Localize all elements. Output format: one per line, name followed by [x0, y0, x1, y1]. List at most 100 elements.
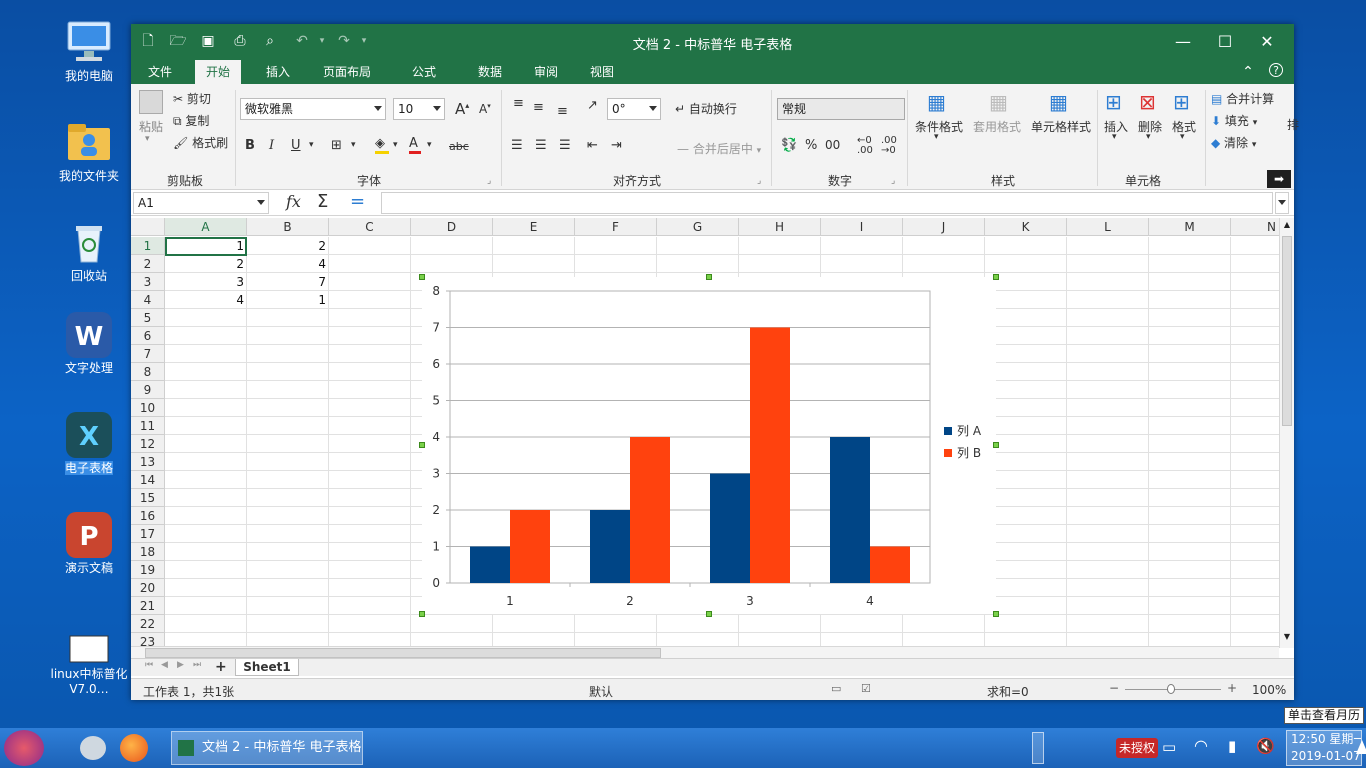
- row-header-20[interactable]: 20: [131, 579, 165, 597]
- font-name-combo[interactable]: 微软雅黑: [240, 98, 386, 120]
- horizontal-scroll-thumb[interactable]: [145, 648, 661, 658]
- clock[interactable]: 12:50 星期一 2019-01-07: [1286, 730, 1362, 766]
- selection-mode-icon[interactable]: ▭: [831, 682, 841, 695]
- decrease-decimal-icon[interactable]: .00 →0: [881, 136, 897, 156]
- conditional-format-button[interactable]: 条件格式: [915, 118, 963, 135]
- cell-b4[interactable]: 1: [247, 291, 329, 309]
- row-header-16[interactable]: 16: [131, 507, 165, 525]
- chart-resize-handle[interactable]: [419, 274, 425, 280]
- shrink-font-icon[interactable]: A▾: [479, 102, 491, 116]
- fill-color-dropdown-icon[interactable]: ▾: [393, 140, 398, 150]
- align-right-icon[interactable]: ☰: [559, 138, 571, 153]
- cell-b1[interactable]: 2: [247, 237, 329, 255]
- chart-resize-handle[interactable]: [419, 442, 425, 448]
- select-all-corner[interactable]: [131, 218, 165, 236]
- column-header-i[interactable]: I: [821, 218, 903, 236]
- column-header-g[interactable]: G: [657, 218, 739, 236]
- clear-button[interactable]: ◆ 清除 ▾: [1211, 134, 1256, 151]
- alignment-dialog-launcher-icon[interactable]: ⌟: [757, 176, 761, 186]
- row-header-8[interactable]: 8: [131, 363, 165, 381]
- sheet-nav-first-icon[interactable]: ⏮: [145, 660, 153, 670]
- name-box[interactable]: A1: [133, 192, 269, 214]
- desktop-icon-linux-doc[interactable]: linux中标普化V7.0…: [50, 634, 128, 697]
- text-direction-icon[interactable]: ↗: [587, 98, 598, 113]
- row-header-15[interactable]: 15: [131, 489, 165, 507]
- column-header-f[interactable]: F: [575, 218, 657, 236]
- desktop-icon-recycle[interactable]: 回收站: [50, 220, 128, 284]
- horizontal-scrollbar[interactable]: [131, 646, 1279, 658]
- column-header-c[interactable]: C: [329, 218, 411, 236]
- cell-b3[interactable]: 7: [247, 273, 329, 291]
- decrease-indent-icon[interactable]: ⇤: [587, 138, 598, 153]
- chart-resize-handle[interactable]: [706, 611, 712, 617]
- column-header-e[interactable]: E: [493, 218, 575, 236]
- row-header-18[interactable]: 18: [131, 543, 165, 561]
- cell-style-button[interactable]: 单元格样式: [1031, 118, 1091, 135]
- cell-b2[interactable]: 4: [247, 255, 329, 273]
- conditional-format-dropdown-icon[interactable]: ▾: [934, 132, 939, 142]
- desktop-icon-presentation[interactable]: P 演示文稿: [50, 512, 128, 576]
- row-header-2[interactable]: 2: [131, 255, 165, 273]
- column-header-d[interactable]: D: [411, 218, 493, 236]
- cell-a4[interactable]: 4: [165, 291, 247, 309]
- thousands-separator-icon[interactable]: 00: [825, 138, 840, 152]
- zoom-out-icon[interactable]: −: [1109, 681, 1119, 695]
- paste-icon[interactable]: [139, 90, 163, 114]
- chart-resize-handle[interactable]: [419, 611, 425, 617]
- row-header-9[interactable]: 9: [131, 381, 165, 399]
- merge-center-button[interactable]: — 合并后居中 ▾: [677, 140, 761, 157]
- spreadsheet-grid[interactable]: ABCDEFGHIJKLMN 1 2 3 4 5 6 7 8 9 10 11 12 13 14 15 16 17…: [131, 218, 1279, 648]
- format-cells-icon[interactable]: ⊞: [1173, 90, 1190, 114]
- fill-color-icon[interactable]: ◈: [375, 136, 389, 154]
- tab-formulas[interactable]: 公式: [401, 60, 447, 84]
- start-menu-icon[interactable]: [4, 730, 44, 766]
- align-middle-icon[interactable]: ≡: [533, 100, 544, 115]
- tab-insert[interactable]: 插入: [255, 60, 301, 84]
- fill-button[interactable]: ⬇ 填充 ▾: [1211, 112, 1257, 129]
- align-left-icon[interactable]: ☰: [511, 138, 523, 153]
- function-wizard-icon[interactable]: fx: [286, 192, 301, 211]
- chart-object[interactable]: 0 1 2 3 4 5 6 7 8 1 2 3 4 列 A 列 B: [422, 277, 996, 614]
- tab-data[interactable]: 数据: [467, 60, 513, 84]
- underline-icon[interactable]: U: [291, 138, 301, 153]
- chart-resize-handle[interactable]: [993, 442, 999, 448]
- strikethrough-icon[interactable]: abc: [449, 140, 469, 153]
- column-header-k[interactable]: K: [985, 218, 1067, 236]
- font-size-combo[interactable]: 10: [393, 98, 445, 120]
- copy-button[interactable]: ⧉ 复制: [173, 112, 209, 129]
- license-badge[interactable]: 未授权: [1116, 738, 1159, 758]
- scroll-up-icon[interactable]: ▲: [1281, 220, 1293, 230]
- maximize-icon[interactable]: ☐: [1211, 30, 1239, 54]
- table-style-icon[interactable]: ▦: [989, 90, 1008, 114]
- bold-icon[interactable]: B: [245, 138, 255, 153]
- column-header-j[interactable]: J: [903, 218, 985, 236]
- chart-resize-handle[interactable]: [993, 274, 999, 280]
- underline-dropdown-icon[interactable]: ▾: [309, 140, 314, 150]
- zoom-in-icon[interactable]: +: [1227, 681, 1237, 695]
- desktop-icon-writer[interactable]: W 文字处理: [50, 312, 128, 376]
- row-header-22[interactable]: 22: [131, 615, 165, 633]
- tab-home[interactable]: 开始: [195, 60, 241, 84]
- collapse-ribbon-icon[interactable]: ⌃: [1239, 63, 1257, 81]
- row-header-4[interactable]: 4: [131, 291, 165, 309]
- desktop-icon-computer[interactable]: 我的电脑: [50, 20, 128, 84]
- font-color-dropdown-icon[interactable]: ▾: [427, 140, 432, 150]
- border-icon[interactable]: ⊞: [331, 138, 342, 153]
- cell-a2[interactable]: 2: [165, 255, 247, 273]
- align-bottom-icon[interactable]: ≡: [557, 104, 568, 119]
- scroll-down-icon[interactable]: ▼: [1281, 632, 1293, 642]
- row-header-13[interactable]: 13: [131, 453, 165, 471]
- zoom-slider-thumb[interactable]: [1167, 684, 1175, 694]
- chart-resize-handle[interactable]: [706, 274, 712, 280]
- cell-a3[interactable]: 3: [165, 273, 247, 291]
- increase-indent-icon[interactable]: ⇥: [611, 138, 622, 153]
- show-desktop-button[interactable]: [1032, 732, 1044, 764]
- volume-muted-icon[interactable]: 🔇: [1256, 737, 1275, 755]
- consolidate-button[interactable]: ▤ 合并计算: [1211, 90, 1274, 107]
- wifi-icon[interactable]: ◠: [1194, 736, 1208, 755]
- align-center-icon[interactable]: ☰: [535, 138, 547, 153]
- paste-button[interactable]: 粘贴: [139, 118, 163, 135]
- row-header-7[interactable]: 7: [131, 345, 165, 363]
- row-header-5[interactable]: 5: [131, 309, 165, 327]
- delete-cells-dropdown-icon[interactable]: ▾: [1146, 132, 1151, 142]
